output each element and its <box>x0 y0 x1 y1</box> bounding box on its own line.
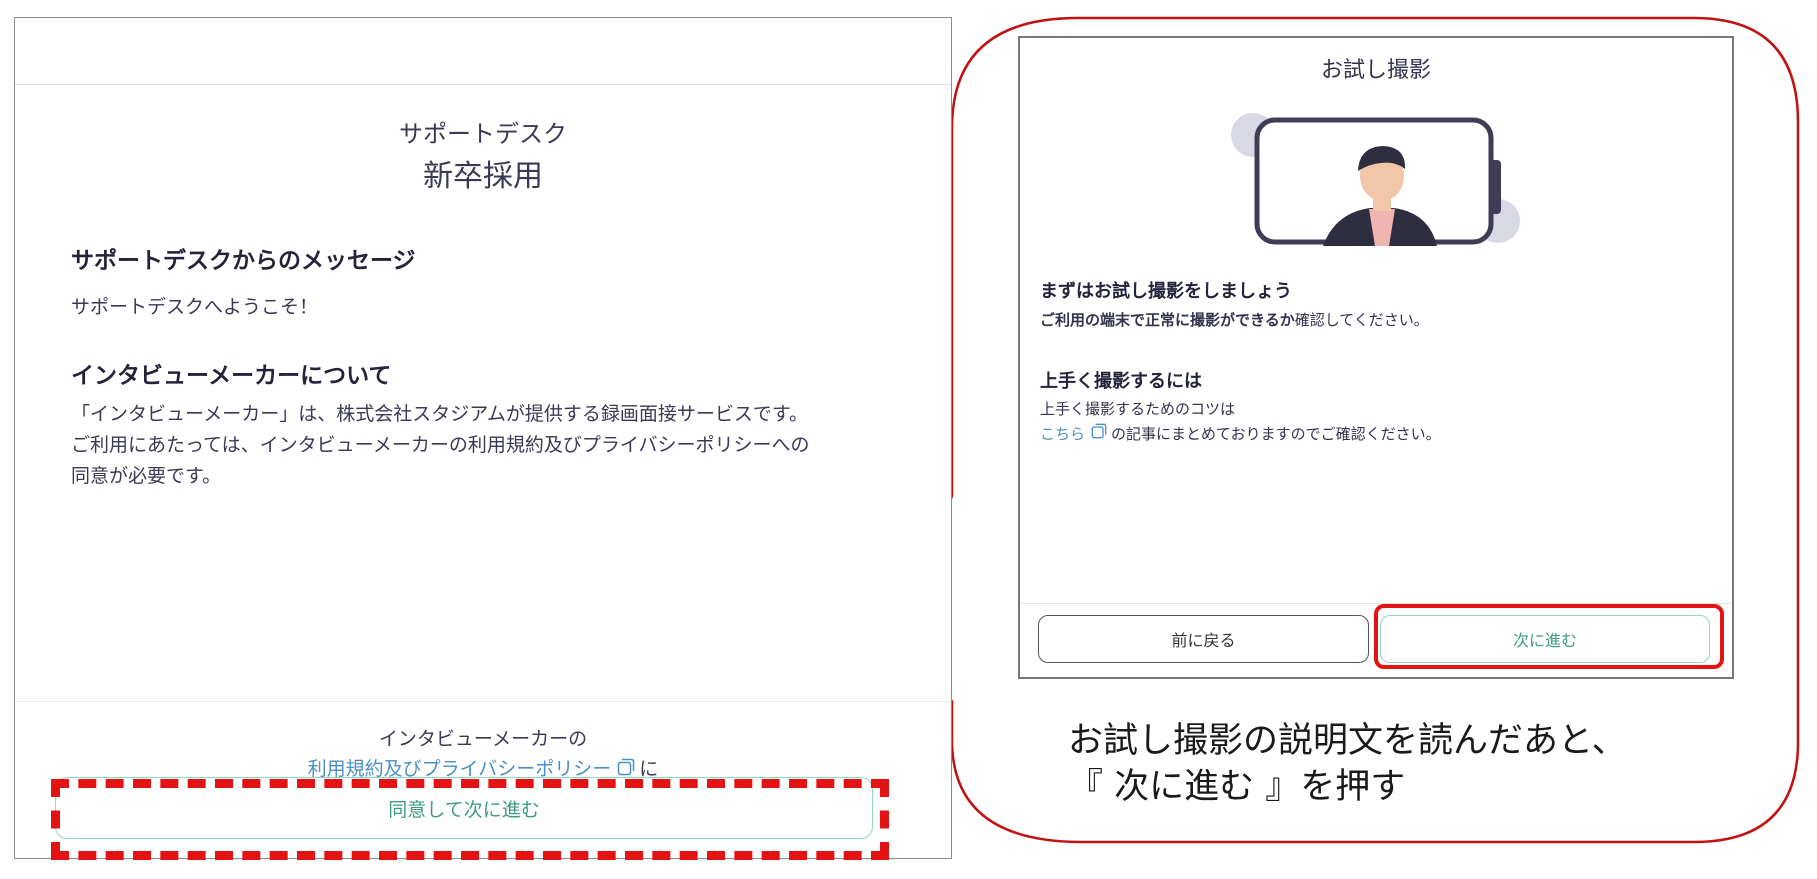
trial-text: ご利用の端末で正常に撮影ができるか確認してください。 <box>1040 308 1429 333</box>
tips-link-rest: の記事にまとめておりますのでご確認ください。 <box>1111 425 1441 443</box>
tips-line: 上手く撮影するためのコツは <box>1040 400 1236 418</box>
tips-text: 上手く撮影するためのコツは こちら の記事にまとめておりますのでご確認ください。 <box>1040 397 1441 447</box>
message-heading: サポートデスクからのメッセージ <box>71 248 416 274</box>
panel-header <box>15 18 951 85</box>
highlight-next-box <box>1374 604 1724 669</box>
about-text: 「インタビューメーカー」は、株式会社スタジアムが提供する録画面接サービスです。 … <box>71 399 810 492</box>
about-line: 「インタビューメーカー」は、株式会社スタジアムが提供する録画面接サービスです。 <box>71 403 809 425</box>
tips-link-line: こちら の記事にまとめておりますのでご確認ください。 <box>1040 422 1441 447</box>
back-button[interactable]: 前に戻る <box>1038 615 1369 663</box>
caption-line: お試し撮影の説明文を読んだあと、 <box>1068 721 1627 761</box>
desk-name: サポートデスク <box>399 120 567 148</box>
message-text: サポートデスクへようこそ！ <box>71 296 319 318</box>
support-desk-panel: サポートデスク 新卒採用 サポートデスクからのメッセージ サポートデスクへようこ… <box>14 17 952 859</box>
about-line: 同意が必要です。 <box>71 465 222 487</box>
about-line: ご利用にあたっては、インタビューメーカーの利用規約及びプライバシーポリシーへの <box>71 434 810 456</box>
desk-subtitle: 新卒採用 <box>423 159 543 194</box>
caption-line: 『 次に進む 』を押す <box>1068 767 1406 807</box>
page-title: お試し撮影 <box>1320 58 1431 83</box>
highlight-dashed-box <box>51 779 889 860</box>
trial-recording-panel: お試し撮影 まずはお試し撮影をしましょう ご利用の端末で正常に撮影ができるか確認… <box>1018 36 1734 679</box>
tips-link[interactable]: こちら <box>1040 425 1085 443</box>
instruction-caption: お試し撮影の説明文を読んだあと、 『 次に進む 』を押す <box>1068 718 1627 810</box>
about-heading: インタビューメーカーについて <box>71 363 392 389</box>
trial-text-rest: 確認してください。 <box>1294 311 1429 329</box>
trial-heading: まずはお試し撮影をしましょう <box>1040 281 1292 302</box>
footer-line: インタビューメーカーの <box>378 728 588 750</box>
phone-illustration <box>1231 113 1520 246</box>
trial-text-bold: ご利用の端末で正常に撮影ができるか <box>1040 311 1295 329</box>
external-link-icon[interactable] <box>1091 422 1107 447</box>
tips-heading: 上手く撮影するには <box>1040 371 1202 392</box>
